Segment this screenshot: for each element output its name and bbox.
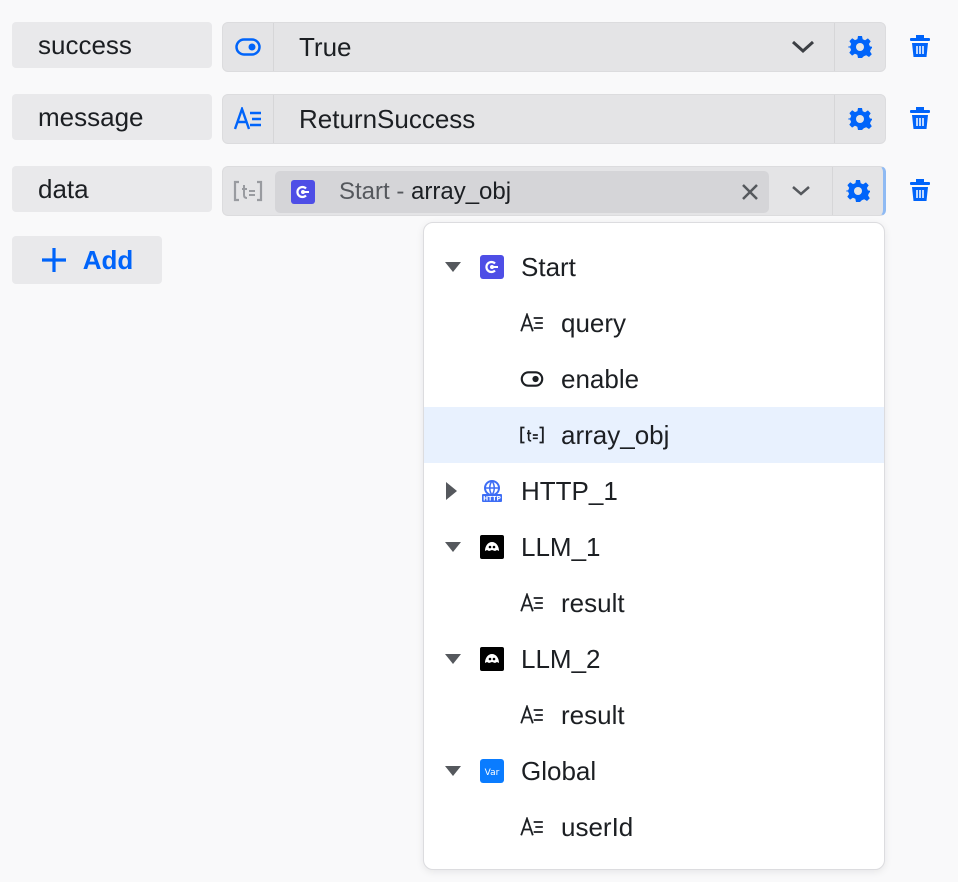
var-node-icon: Var xyxy=(480,759,504,783)
tree-node-http[interactable]: HTTP HTTP_1 xyxy=(424,463,884,519)
trash-icon xyxy=(910,179,930,201)
tree-leaf-query[interactable]: query xyxy=(424,295,884,351)
add-label: Add xyxy=(82,244,134,275)
http-node-icon: HTTP xyxy=(482,480,502,503)
caret-down-icon[interactable] xyxy=(444,743,462,799)
string-type-icon xyxy=(518,309,546,337)
start-node-icon xyxy=(480,255,504,279)
close-icon xyxy=(742,184,758,200)
string-value[interactable]: ReturnSuccess xyxy=(299,95,475,143)
string-type-icon xyxy=(518,813,546,841)
string-type-icon xyxy=(518,589,546,617)
param-value-success[interactable]: True xyxy=(222,22,886,72)
chevron-down-icon[interactable] xyxy=(791,167,811,215)
param-name-success[interactable]: success xyxy=(12,22,212,68)
tree-leaf-enable[interactable]: enable xyxy=(424,351,884,407)
boolean-toggle-icon[interactable] xyxy=(223,23,274,71)
trash-icon xyxy=(910,107,930,129)
delete-button[interactable] xyxy=(906,166,934,214)
tree-leaf-llm-2-result[interactable]: result xyxy=(424,687,884,743)
tree-node-global[interactable]: Var Global xyxy=(424,743,884,799)
caret-down-icon[interactable] xyxy=(444,519,462,575)
reference-label: Start - array_obj xyxy=(339,171,511,213)
tree-leaf-label: query xyxy=(561,308,627,338)
boolean-value[interactable]: True xyxy=(299,23,352,71)
clear-reference-button[interactable] xyxy=(741,171,759,213)
tree-leaf-label: array_obj xyxy=(561,420,670,450)
boolean-toggle-icon xyxy=(518,365,546,393)
tree-leaf-label: result xyxy=(561,700,625,730)
param-value-data[interactable]: Start - array_obj xyxy=(222,166,886,216)
tree-leaf-label: result xyxy=(561,588,625,618)
tree-node-label: Start xyxy=(521,252,576,282)
gear-icon xyxy=(848,108,872,130)
llm-node-icon xyxy=(480,535,504,559)
tree-leaf-label: userId xyxy=(561,812,634,842)
plus-icon xyxy=(41,248,66,272)
settings-button[interactable] xyxy=(832,167,883,215)
gear-icon xyxy=(848,36,872,58)
chevron-down-icon[interactable] xyxy=(791,23,815,71)
tree-leaf-llm-1-result[interactable]: result xyxy=(424,575,884,631)
variable-reference-chip[interactable]: Start - array_obj xyxy=(275,171,769,213)
array-object-icon[interactable] xyxy=(223,167,273,215)
tree-node-label: Global xyxy=(521,756,597,786)
tree-node-llm-2[interactable]: LLM_2 xyxy=(424,631,884,687)
var-icon-text: Var xyxy=(485,768,500,778)
tree-node-label: LLM_1 xyxy=(521,532,601,562)
tree-leaf-label: enable xyxy=(561,364,640,394)
add-parameter-button[interactable]: Add xyxy=(12,236,162,284)
delete-button[interactable] xyxy=(906,94,934,142)
caret-right-icon[interactable] xyxy=(444,463,458,519)
tree-node-start[interactable]: Start xyxy=(424,239,884,295)
start-node-icon xyxy=(291,180,315,204)
caret-down-icon[interactable] xyxy=(444,631,462,687)
trash-icon xyxy=(910,35,930,57)
tree-node-label: HTTP_1 xyxy=(521,476,618,506)
array-object-icon xyxy=(518,421,546,449)
tree-node-label: LLM_2 xyxy=(521,644,601,674)
reference-node-name: Start - xyxy=(339,178,412,205)
tree-node-llm-1[interactable]: LLM_1 xyxy=(424,519,884,575)
svg-text:HTTP: HTTP xyxy=(483,496,501,503)
delete-button[interactable] xyxy=(906,22,934,70)
gear-icon xyxy=(846,180,870,202)
variable-picker-dropdown: Start query enable array_obj HTTP HTTP_1… xyxy=(423,222,885,870)
string-type-icon[interactable] xyxy=(223,95,274,143)
caret-down-icon[interactable] xyxy=(444,239,462,295)
string-type-icon xyxy=(518,701,546,729)
tree-leaf-array-obj[interactable]: array_obj xyxy=(424,407,884,463)
llm-node-icon xyxy=(480,647,504,671)
param-name-message[interactable]: message xyxy=(12,94,212,140)
reference-variable-name: array_obj xyxy=(411,178,512,205)
settings-button[interactable] xyxy=(834,95,885,143)
tree-leaf-user-id[interactable]: userId xyxy=(424,799,884,855)
param-name-data[interactable]: data xyxy=(12,166,212,212)
param-value-message[interactable]: ReturnSuccess xyxy=(222,94,886,144)
settings-button[interactable] xyxy=(834,23,885,71)
